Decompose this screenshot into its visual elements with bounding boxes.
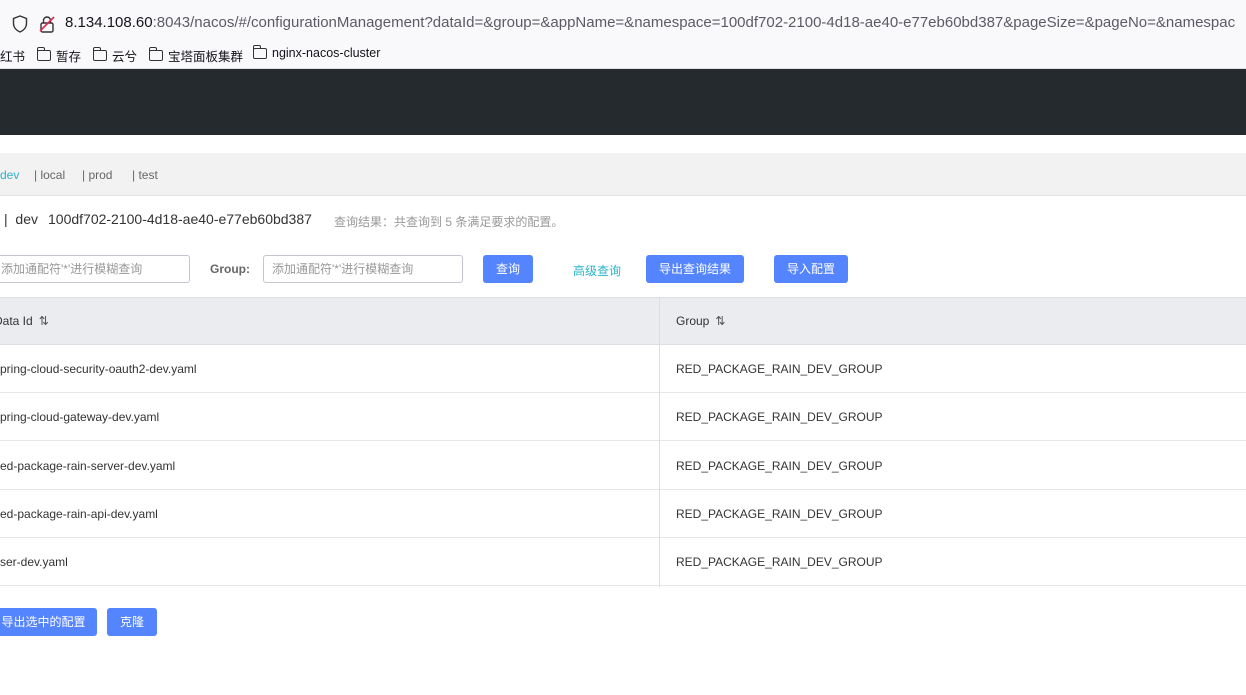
namespace-bar: dev | local | prod | test (0, 153, 1246, 196)
address-bar[interactable]: 8.134.108.60:8043/nacos/#/configurationM… (0, 4, 1246, 36)
app-header (0, 69, 1246, 135)
namespace-test[interactable]: | test (132, 168, 158, 182)
cell-group: RED_PACKAGE_RAIN_DEV_GROUP (676, 555, 883, 569)
export-results-button[interactable]: 导出查询结果 (646, 255, 744, 283)
cell-group: RED_PACKAGE_RAIN_DEV_GROUP (676, 410, 883, 424)
bookmark-label: 宝塔面板集群 (168, 50, 244, 64)
cell-dataid[interactable]: pring-cloud-security-oauth2-dev.yaml (0, 362, 197, 376)
column-divider (659, 297, 660, 587)
sort-icon[interactable]: ⇅ (715, 314, 725, 328)
column-header-label: Data Id (0, 314, 33, 328)
column-header-group[interactable]: Group ⇅ (676, 314, 725, 328)
bookmark-folder[interactable]: 云兮 (93, 46, 137, 65)
folder-icon (93, 47, 107, 61)
bookmark-label: 红书 (0, 50, 26, 64)
bookmark-folder[interactable]: 宝塔面板集群 (149, 46, 243, 65)
url-host: 8.134.108.60 (65, 14, 153, 31)
url-path: :8043/nacos/#/configurationManagement?da… (152, 14, 1236, 31)
column-header-label: Group (676, 314, 710, 328)
cell-dataid[interactable]: ed-package-rain-api-dev.yaml (0, 507, 158, 521)
cell-dataid[interactable]: ser-dev.yaml (0, 555, 68, 569)
namespace-id: 100df702-2100-4d18-ae40-e77eb60bd387 (48, 211, 312, 227)
advanced-query-link[interactable]: 高级查询 (573, 262, 621, 279)
namespace-local[interactable]: | local (34, 168, 65, 182)
dataid-search-input[interactable]: 添加通配符'*'进行模糊查询 (0, 255, 190, 283)
import-config-button[interactable]: 导入配置 (774, 255, 848, 283)
column-header-dataid[interactable]: Data Id ⇅ (0, 314, 49, 328)
cell-group: RED_PACKAGE_RAIN_DEV_GROUP (676, 507, 883, 521)
bookmark-label: 暂存 (56, 50, 82, 64)
namespace-prod[interactable]: | prod (82, 168, 112, 182)
query-button[interactable]: 查询 (483, 255, 533, 283)
cell-group: RED_PACKAGE_RAIN_DEV_GROUP (676, 459, 883, 473)
bookmark-item[interactable]: 红书 (0, 46, 25, 65)
table-row[interactable]: ed-package-rain-server-dev.yaml RED_PACK… (0, 442, 1246, 490)
namespace-dev[interactable]: dev (0, 168, 19, 182)
bookmark-label: 云兮 (112, 50, 138, 64)
url-text[interactable]: 8.134.108.60:8043/nacos/#/configurationM… (65, 14, 1235, 31)
cell-dataid[interactable]: pring-cloud-gateway-dev.yaml (0, 410, 159, 424)
folder-icon (149, 47, 163, 61)
bookmark-folder[interactable]: 暂存 (37, 46, 81, 65)
folder-icon (37, 47, 51, 61)
table-row[interactable]: pring-cloud-gateway-dev.yaml RED_PACKAGE… (0, 393, 1246, 441)
folder-icon (253, 44, 267, 59)
table-header: Data Id ⇅ Group ⇅ (0, 297, 1246, 345)
export-selected-button[interactable]: 导出选中的配置 (0, 608, 97, 636)
table-row[interactable]: ed-package-rain-api-dev.yaml RED_PACKAGE… (0, 490, 1246, 538)
namespace-name: | dev (4, 211, 38, 227)
cell-group: RED_PACKAGE_RAIN_DEV_GROUP (676, 362, 883, 376)
insecure-lock-icon[interactable] (38, 15, 56, 33)
bookmark-folder[interactable]: nginx-nacos-cluster (253, 44, 381, 60)
bookmark-label: nginx-nacos-cluster (272, 46, 381, 60)
cell-dataid[interactable]: ed-package-rain-server-dev.yaml (0, 459, 175, 473)
query-result-text: 查询结果：共查询到 5 条满足要求的配置。 (334, 215, 564, 229)
sort-icon[interactable]: ⇅ (39, 314, 49, 328)
table-row[interactable]: ser-dev.yaml RED_PACKAGE_RAIN_DEV_GROUP (0, 538, 1246, 586)
table-row[interactable]: pring-cloud-security-oauth2-dev.yaml RED… (0, 345, 1246, 393)
shield-icon[interactable] (12, 15, 28, 33)
group-label: Group: (210, 262, 250, 276)
browser-toolbar: 8.134.108.60:8043/nacos/#/configurationM… (0, 0, 1246, 40)
group-search-input[interactable]: 添加通配符'*'进行模糊查询 (263, 255, 463, 283)
clone-button[interactable]: 克隆 (107, 608, 157, 636)
bookmarks-bar: 红书 暂存 云兮 宝塔面板集群 nginx-nacos-cluster (0, 40, 1246, 69)
